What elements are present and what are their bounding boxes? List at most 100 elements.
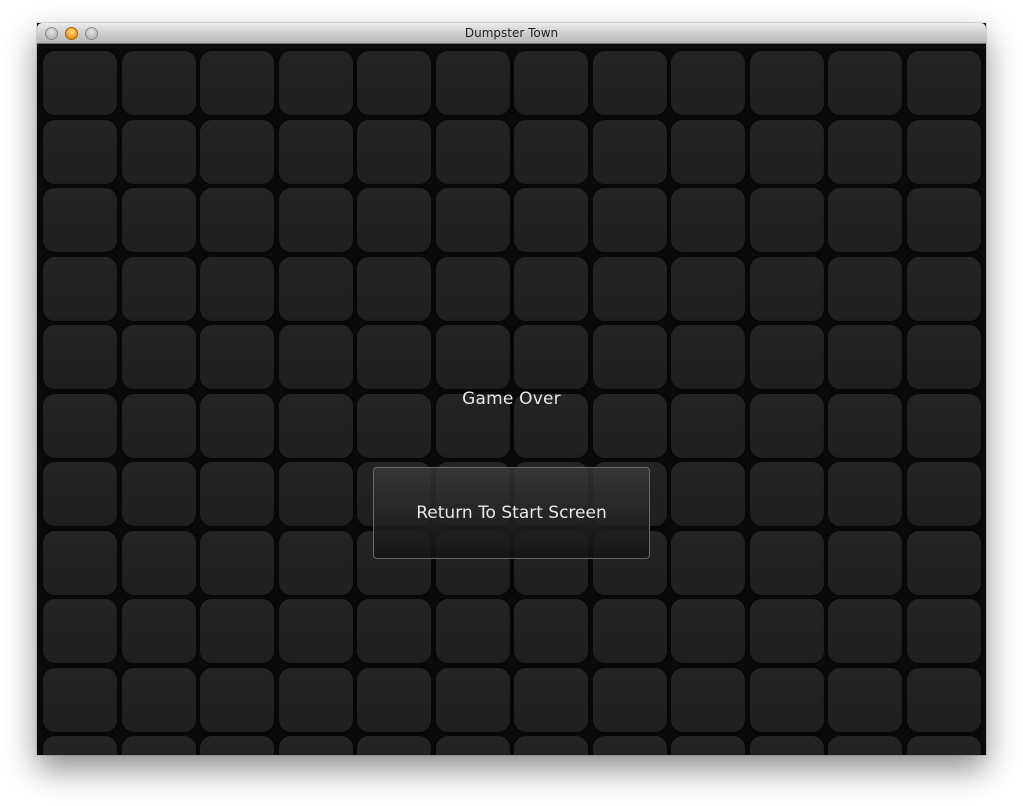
board-tile [200,599,274,663]
board-tile [592,256,667,321]
board-tile [671,599,745,663]
board-tile [278,119,353,184]
board-tile [278,530,353,595]
board-tile [592,599,667,663]
board-tile [592,736,667,755]
board-tile [278,325,353,389]
board-tile [592,51,667,115]
board-tile [514,667,588,732]
board-tile [749,119,824,184]
window-title: Dumpster Town [464,26,559,40]
board-tile [357,188,431,252]
board-tile [357,51,431,115]
board-tile [906,325,981,389]
board-tile [121,188,196,252]
board-tile [671,51,745,115]
game-over-label: Game Over [462,389,561,409]
board-tile [592,188,667,252]
board-tile [749,462,824,526]
board-tile [514,188,588,252]
board-tile [514,119,588,184]
board-tile [278,736,353,755]
board-tile [435,51,510,115]
board-tile [357,736,431,755]
return-to-start-button[interactable]: Return To Start Screen [373,467,650,559]
board-tile [906,119,981,184]
board-tile [357,256,431,321]
board-tile [43,256,117,321]
board-tile [278,462,353,526]
board-tile [200,667,274,732]
board-tile [828,256,902,321]
board-tile [906,667,981,732]
board-tile [671,530,745,595]
board-tile [435,599,510,663]
board-tile [43,51,117,115]
board-tile [43,667,117,732]
board-tile [43,188,117,252]
board-tile [200,51,274,115]
board-tile [43,462,117,526]
board-tile [749,51,824,115]
board-tile [121,256,196,321]
board-tile [514,256,588,321]
board-tile [435,256,510,321]
board-tile [671,188,745,252]
board-tile [828,599,902,663]
board-tile [749,736,824,755]
board-tile [200,530,274,595]
app-window: Dumpster Town Game Over Return To Start … [37,23,986,755]
board-tile [121,325,196,389]
board-tile [592,119,667,184]
board-tile [357,599,431,663]
board-tile [749,530,824,595]
board-tile [43,599,117,663]
board-tile [671,462,745,526]
board-tile [514,599,588,663]
board-tile [121,667,196,732]
board-tile [828,188,902,252]
board-tile [278,667,353,732]
board-tile [278,599,353,663]
board-tile [671,736,745,755]
board-tile [435,736,510,755]
board-tile [828,736,902,755]
board-tile [828,325,902,389]
board-tile [200,736,274,755]
board-tile [121,51,196,115]
board-tile [121,599,196,663]
board-tile [828,462,902,526]
board-tile [749,599,824,663]
board-tile [435,188,510,252]
board-tile [200,119,274,184]
game-board: Game Over Return To Start Screen [37,44,986,755]
board-tile [749,256,824,321]
board-tile [121,736,196,755]
board-tile [671,256,745,321]
board-tile [121,462,196,526]
board-tile [200,188,274,252]
board-tile [828,51,902,115]
board-tile [514,736,588,755]
board-tile [357,119,431,184]
board-tile [43,736,117,755]
board-tile [671,667,745,732]
board-tile [671,119,745,184]
board-tile [357,667,431,732]
board-tile [828,667,902,732]
board-tile [435,119,510,184]
board-tile [828,119,902,184]
board-tile [749,325,824,389]
board-tile [278,51,353,115]
board-tile [906,51,981,115]
board-tile [121,119,196,184]
board-tile [906,256,981,321]
board-tile [200,462,274,526]
board-tile [906,530,981,595]
board-tile [906,462,981,526]
board-tile [200,325,274,389]
board-tile [43,325,117,389]
board-tile [906,736,981,755]
title-bar[interactable]: Dumpster Town [37,23,986,44]
board-tile [592,325,667,389]
